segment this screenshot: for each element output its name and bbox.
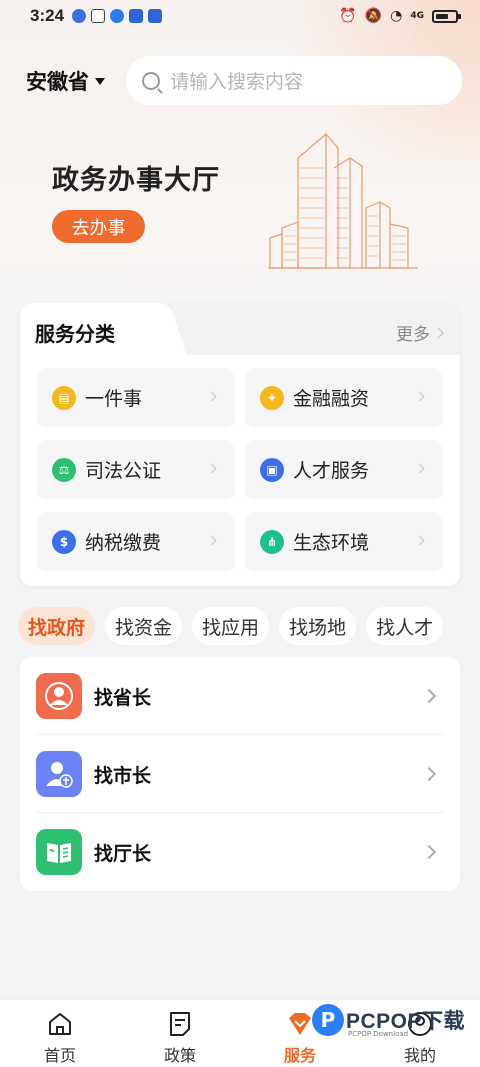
service-icon <box>289 1013 311 1035</box>
network-type: 4G <box>410 11 424 21</box>
nav-item-policy[interactable]: 政策 <box>120 1000 240 1067</box>
card-body: ▤ 一件事 ✦ 金融融资 ⚖ 司法公证 ▣ 人才服务 $ 纳税缴费 ⋔ 生态环境 <box>20 355 460 586</box>
service-category-title: 服务分类 <box>35 322 115 346</box>
list-item-governor[interactable]: 找省长 <box>20 657 460 735</box>
app3-notification-icon <box>148 9 163 23</box>
nav-item-home[interactable]: 首页 <box>0 1000 120 1067</box>
tab-find-venue[interactable]: 找场地 <box>279 607 357 645</box>
leader-label: 找省长 <box>94 686 152 709</box>
header: 安徽省 请输入搜索内容 <box>0 56 480 106</box>
home-icon <box>49 1013 71 1035</box>
share-icon: ⋔ <box>260 529 284 554</box>
service-item-label: 纳税缴费 <box>85 532 162 554</box>
service-item-judicial[interactable]: ⚖ 司法公证 <box>37 440 235 499</box>
tab-find-government[interactable]: 找政府 <box>18 607 96 645</box>
status-app-icons <box>72 9 163 23</box>
book-icon <box>36 829 82 875</box>
watermark: P PCPOP下载 PCPOP Download <box>312 1004 465 1038</box>
policy-icon <box>170 1012 190 1036</box>
leaders-list: 找省长 找市长 找厅长 <box>20 657 460 891</box>
battery-icon <box>432 9 461 23</box>
image-notification-icon <box>91 9 106 23</box>
chevron-right-icon <box>414 391 425 402</box>
chevron-right-icon <box>421 766 437 782</box>
more-link[interactable]: 更多 <box>396 320 444 345</box>
service-item-ecology[interactable]: ⋔ 生态环境 <box>245 512 443 571</box>
chevron-right-icon <box>421 844 437 860</box>
music-notification-icon <box>110 9 125 23</box>
lightbulb-icon: ✦ <box>260 385 284 410</box>
nav-label: 服务 <box>283 1046 316 1065</box>
tab-find-funds[interactable]: 找资金 <box>105 607 183 645</box>
person-badge-icon <box>36 751 82 797</box>
caret-down-icon <box>95 77 105 85</box>
province-label: 安徽省 <box>26 70 89 94</box>
tab-find-apps[interactable]: 找应用 <box>192 607 270 645</box>
document-icon: ▤ <box>52 385 76 410</box>
nav-label: 政策 <box>163 1046 196 1065</box>
nav-label: 首页 <box>43 1046 76 1065</box>
nav-label: 我的 <box>403 1046 436 1065</box>
status-indicators: ⏰ 🔕 ◔ 4G <box>339 8 461 24</box>
service-item-label: 人才服务 <box>293 460 370 482</box>
search-bar[interactable]: 请输入搜索内容 <box>126 56 462 105</box>
person-icon <box>36 673 82 719</box>
chevron-right-icon <box>414 535 425 546</box>
status-time: 3:24 <box>30 6 65 25</box>
list-item-mayor[interactable]: 找市长 <box>20 735 460 813</box>
search-icon <box>142 71 160 90</box>
service-item-one-thing[interactable]: ▤ 一件事 <box>37 368 235 427</box>
province-selector[interactable]: 安徽省 <box>26 66 105 96</box>
id-card-icon: ▣ <box>260 457 284 482</box>
service-grid: ▤ 一件事 ✦ 金融融资 ⚖ 司法公证 ▣ 人才服务 $ 纳税缴费 ⋔ 生态环境 <box>37 368 443 571</box>
leader-label: 找厅长 <box>94 842 152 865</box>
watermark-logo: P <box>312 1004 344 1036</box>
service-item-label: 一件事 <box>85 388 143 410</box>
watermark-subtext: PCPOP Download <box>348 1030 409 1038</box>
app2-notification-icon <box>129 9 144 23</box>
chevron-right-icon <box>432 326 444 339</box>
go-handle-button[interactable]: 去办事 <box>52 210 145 243</box>
wifi-icon: ◔ <box>390 8 403 24</box>
alarm-icon: ⏰ <box>339 8 357 24</box>
buildings-illustration <box>268 132 418 269</box>
chevron-right-icon <box>421 688 437 704</box>
find-tabs: 找政府 找资金 找应用 找场地 找人才 <box>18 607 480 645</box>
service-item-tax[interactable]: $ 纳税缴费 <box>37 512 235 571</box>
dollar-icon: $ <box>52 529 76 554</box>
chevron-right-icon <box>206 535 217 546</box>
status-bar: 3:24 ⏰ 🔕 ◔ 4G <box>0 0 480 32</box>
service-item-talent[interactable]: ▣ 人才服务 <box>245 440 443 499</box>
gavel-icon: ⚖ <box>52 457 76 482</box>
service-category-card: 服务分类 更多 ▤ 一件事 ✦ 金融融资 ⚖ 司法公证 ▣ 人才服务 $ 纳税缴… <box>20 303 460 586</box>
app-notification-icon <box>72 9 87 23</box>
banner-title: 政务办事大厅 <box>52 165 220 196</box>
chevron-right-icon <box>414 463 425 474</box>
search-placeholder: 请输入搜索内容 <box>170 71 304 93</box>
tab-find-talent[interactable]: 找人才 <box>366 607 444 645</box>
service-item-label: 司法公证 <box>85 460 162 482</box>
chevron-right-icon <box>206 463 217 474</box>
chevron-right-icon <box>206 391 217 402</box>
service-item-finance[interactable]: ✦ 金融融资 <box>245 368 443 427</box>
leader-label: 找市长 <box>94 764 152 787</box>
service-item-label: 生态环境 <box>293 532 370 554</box>
mute-icon: 🔕 <box>364 8 383 24</box>
service-item-label: 金融融资 <box>293 388 370 410</box>
list-item-director[interactable]: 找厅长 <box>20 813 460 891</box>
more-label: 更多 <box>396 325 430 345</box>
